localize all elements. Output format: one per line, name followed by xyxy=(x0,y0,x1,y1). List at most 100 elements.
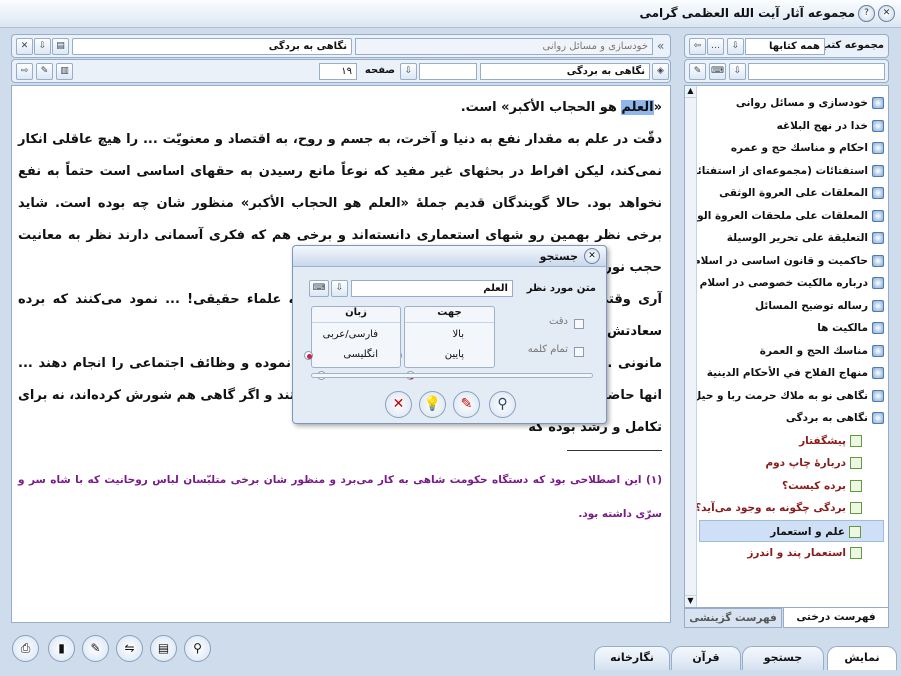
page-icon xyxy=(850,502,862,514)
help-button[interactable]: ? xyxy=(858,5,875,22)
layout-icon[interactable]: ▤ xyxy=(150,635,177,662)
tree-item[interactable]: احکام و مناسك حج و عمره xyxy=(699,137,884,160)
tree-item-label: المعلقات على العروة الوثقى xyxy=(719,187,868,199)
whole-word-checkbox[interactable] xyxy=(574,347,584,357)
tree-item[interactable]: رساله توضیح المسائل xyxy=(699,295,884,318)
tree-item[interactable]: مالکیت ها xyxy=(699,317,884,340)
virtual-keyboard-icon[interactable]: ⌨ xyxy=(309,280,329,297)
tab-inactive-book[interactable]: خودسازی و مسائل روانی xyxy=(355,38,653,55)
tree-item-label: مناسك الحج و العمرة xyxy=(759,344,868,357)
tab-search[interactable]: جستجو xyxy=(742,646,824,670)
tree-item[interactable]: المعلقات على العروة الوثقى xyxy=(699,182,884,205)
filter-dropdown-icon[interactable]: ⇩ xyxy=(727,38,744,55)
navigate-icon[interactable]: ⇋ xyxy=(116,635,143,662)
search-dropdown-icon[interactable]: ⇩ xyxy=(729,63,746,80)
close-dialog-icon[interactable]: ✕ xyxy=(584,248,600,264)
cancel-icon[interactable]: ✕ xyxy=(385,391,412,418)
tab-quran[interactable]: قرآن xyxy=(671,646,741,670)
close-tab-icon[interactable]: ✕ xyxy=(16,38,33,55)
page-dropdown-icon[interactable]: ⇩ xyxy=(400,63,417,80)
lang-fa-label: فارسی/عربی xyxy=(322,329,378,340)
book-icon xyxy=(872,254,884,267)
window-title: مجموعه آثار آیت الله العظمی گرامی xyxy=(639,6,855,20)
list-icon[interactable]: ▤ xyxy=(52,38,69,55)
tree-item[interactable]: خدا در نهج البلاغه xyxy=(699,115,884,138)
tree-item-label: احکام و مناسك حج و عمره xyxy=(730,142,868,154)
sidebar-search-bar: ✎ ⌨ ⇩ xyxy=(684,59,889,83)
lang-fa-radio[interactable] xyxy=(304,350,313,360)
tree-item[interactable]: المعلقات على ملحقات العروة الوثقى xyxy=(685,205,884,228)
pages-icon[interactable]: ▥ xyxy=(56,63,73,80)
tree-child-item[interactable]: استعمار پند و اندرز xyxy=(699,542,884,565)
tab-show[interactable]: نمایش xyxy=(827,646,897,670)
close-window-button[interactable]: ✕ xyxy=(878,5,895,22)
tab-tree-index[interactable]: فهرست درختی xyxy=(783,608,889,628)
tree-item[interactable]: مناسك الحج و العمرة xyxy=(699,340,884,363)
book-icon xyxy=(872,209,884,222)
search-text-input[interactable]: العلم xyxy=(351,280,513,297)
collection-filter-select[interactable]: همه کتابها xyxy=(745,38,825,55)
print-icon[interactable]: ⎙ xyxy=(12,635,39,662)
tree-item[interactable]: حاكمیت و قانون اساسی در اسلام xyxy=(693,250,884,273)
tree-child-item[interactable]: دربارهٔ چاپ دوم xyxy=(699,452,884,475)
reader-nav-bar: ⇨ ✎ ▥ ۱۹ صفحه ⇩ نگاهی به بردگی ◈ xyxy=(11,59,671,83)
direction-group: جهت بالا پایین xyxy=(393,306,495,380)
tab-selective-index[interactable]: فهرست گزینشی xyxy=(684,608,782,628)
exact-checkbox[interactable] xyxy=(574,319,584,329)
tree-child-label: استعمار پند و اندرز xyxy=(747,547,846,559)
book-open-icon[interactable]: ▮ xyxy=(48,635,75,662)
tree-item[interactable]: نگاهی نو به ملاك حرمت ربا و حیل xyxy=(692,385,884,408)
more-options-icon[interactable]: … xyxy=(707,38,724,55)
tree-item[interactable]: استفتائات (مجموعه‌ای از استفتائات) xyxy=(685,160,884,183)
section-input[interactable] xyxy=(419,63,477,80)
tree-child-item[interactable]: برده کیست؟ xyxy=(699,475,884,498)
book-icon[interactable]: ◈ xyxy=(652,63,669,80)
tree-child-label: پیشگفتار xyxy=(799,434,846,447)
arrow-down-icon[interactable]: ⇩ xyxy=(34,38,51,55)
page-icon xyxy=(850,457,862,469)
tools-icon[interactable]: ✎ xyxy=(36,63,53,80)
keyboard-icon[interactable]: ⌨ xyxy=(709,63,726,80)
note-icon[interactable]: ✎ xyxy=(82,635,109,662)
text-line-1-rest: هو الحجاب الأكبر» است. xyxy=(460,100,622,115)
tree-item[interactable]: منهاج الفلاح في الأحكام الدينية xyxy=(699,362,884,385)
tree-item-label: نگاهی نو به ملاك حرمت ربا و حیل xyxy=(692,389,868,402)
tree-child-item[interactable]: علم و استعمار xyxy=(699,519,884,542)
forward-icon[interactable]: ⇨ xyxy=(16,63,33,80)
search-history-dropdown-icon[interactable]: ⇩ xyxy=(331,280,348,297)
footnote: (۱) این اصطلاحی بود که دستگاه حکومت شاهی… xyxy=(18,474,662,520)
tree-item[interactable]: التعليقة على تحرير الوسيلة xyxy=(699,227,884,250)
search-icon[interactable]: ⚲ xyxy=(489,391,516,418)
collection-label: مجموعه کتب xyxy=(820,40,884,51)
book-icon xyxy=(872,299,884,312)
clear-icon[interactable]: ✎ xyxy=(453,391,480,418)
hint-icon[interactable]: 💡 xyxy=(419,391,446,418)
book-icon xyxy=(872,344,884,357)
find-icon[interactable]: ⚲ xyxy=(184,635,211,662)
book-tree[interactable]: خودسازی و مسائل روانی خدا در نهج البلاغه ا… xyxy=(684,85,889,608)
dir-up-label: بالا xyxy=(452,329,464,340)
back-icon[interactable]: ⇦ xyxy=(689,38,706,55)
exact-label: دقت xyxy=(548,316,568,327)
tab-gallery[interactable]: نگارخانه xyxy=(594,646,670,670)
book-select[interactable]: نگاهی به بردگی xyxy=(480,63,650,80)
tree-search-input[interactable] xyxy=(748,63,885,80)
search-highlight: العلم xyxy=(621,100,654,115)
page-number-input[interactable]: ۱۹ xyxy=(319,63,357,80)
tree-item-label: منهاج الفلاح في الأحكام الدينية xyxy=(706,367,868,379)
tab-active-book[interactable]: نگاهی به بردگی xyxy=(72,38,352,55)
open-book-icon xyxy=(872,412,884,424)
tree-item-label: حاكمیت و قانون اساسی در اسلام xyxy=(692,254,868,267)
tree-item-label: استفتائات (مجموعه‌ای از استفتائات) xyxy=(684,164,868,177)
page-icon xyxy=(850,547,862,559)
tree-item[interactable]: خودسازی و مسائل روانی xyxy=(699,92,884,115)
tree-item-label: رساله توضیح المسائل xyxy=(755,299,868,312)
scroll-tabs-icon[interactable]: « xyxy=(657,39,664,53)
tree-scrollbar[interactable]: ▲ ▼ xyxy=(685,86,697,607)
direction-label: جهت xyxy=(405,307,494,323)
tree-child-item[interactable]: پیشگفتار xyxy=(699,430,884,453)
tree-child-item[interactable]: بردگی چگونه به وجود می‌آید؟ xyxy=(695,497,884,520)
tools-icon-2[interactable]: ✎ xyxy=(689,63,706,80)
tree-item[interactable]: درباره مالکیت خصوصی در اسلام xyxy=(699,272,884,295)
tree-item[interactable]: نگاهی به بردگی xyxy=(699,407,884,430)
